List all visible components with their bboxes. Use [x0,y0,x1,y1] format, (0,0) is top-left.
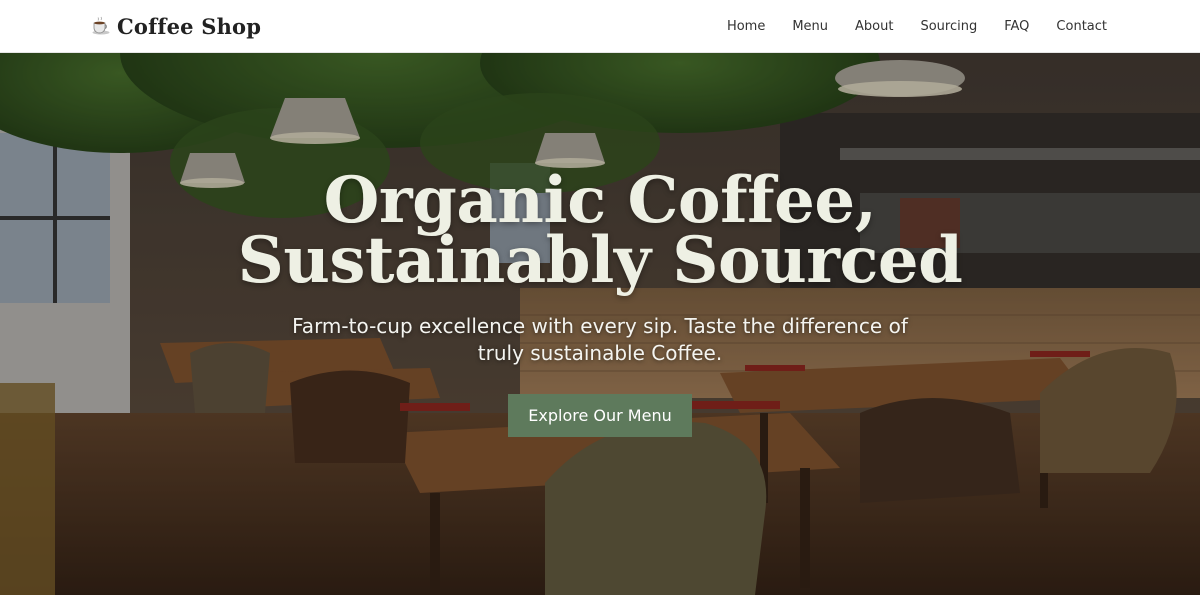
hero-title: Organic Coffee, Sustainably Sourced [0,163,1200,298]
hero-section: Organic Coffee, Sustainably Sourced Farm… [0,53,1200,595]
hero-subtitle: Farm-to-cup excellence with every sip. T… [292,314,908,365]
nav-menu[interactable]: Menu [792,0,828,53]
hero-title-line-1: Organic Coffee, [323,163,877,238]
hero-content: Organic Coffee, Sustainably Sourced Farm… [0,163,1200,437]
nav-faq[interactable]: FAQ [1004,0,1029,53]
nav-about[interactable]: About [855,0,893,53]
hero-title-line-2: Sustainably Sourced [237,223,963,298]
brand-logo-link[interactable]: Coffee Shop [91,11,261,41]
brand-name: Coffee Shop [117,13,262,39]
nav-sourcing[interactable]: Sourcing [920,0,977,53]
nav-home[interactable]: Home [727,0,765,53]
main-nav: Home Menu About Sourcing FAQ Contact [727,0,1107,53]
nav-contact[interactable]: Contact [1056,0,1107,53]
coffee-cup-icon [92,16,110,35]
site-header: Coffee Shop Home Menu About Sourcing FAQ… [0,0,1200,53]
explore-menu-button[interactable]: Explore Our Menu [508,394,692,437]
